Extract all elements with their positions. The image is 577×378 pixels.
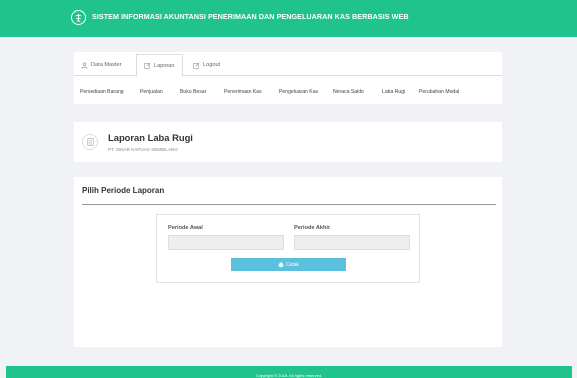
top-header: SISTEM INFORMASI AKUNTANSI PENERIMAAN DA… bbox=[0, 0, 577, 37]
company-name: PT. SINAR KAPUAS SEMBILANG bbox=[108, 147, 178, 152]
section-title: Pilih Periode Laporan bbox=[82, 186, 165, 195]
link-neraca-saldo[interactable]: Neraca Saldo bbox=[333, 89, 364, 95]
logo-icon bbox=[71, 10, 86, 25]
report-title-card: Laporan Laba Rugi PT. SINAR KAPUAS SEMBI… bbox=[74, 122, 502, 162]
tab-laporan[interactable]: Laporan bbox=[136, 54, 183, 77]
nav-tabs: Data Master Laporan Logout bbox=[74, 54, 502, 77]
edit-icon bbox=[193, 62, 200, 69]
copyright-text: Copyright © 2018. All rights reserved. bbox=[255, 373, 323, 378]
link-persediaan-barang[interactable]: Persediaan Barang bbox=[80, 89, 124, 95]
link-perubahan-modal[interactable]: Perubahan Modal bbox=[419, 89, 459, 95]
print-button[interactable]: Cetak bbox=[231, 258, 346, 271]
link-laba-rugi[interactable]: Laba Rugi bbox=[382, 89, 405, 95]
link-penjualan[interactable]: Penjualan bbox=[140, 89, 163, 95]
print-icon bbox=[278, 262, 284, 268]
tab-laporan-label: Laporan bbox=[154, 62, 175, 69]
print-button-label: Cetak bbox=[285, 261, 300, 268]
tab-logout-label: Logout bbox=[203, 62, 221, 68]
tab-data-master[interactable]: Data Master bbox=[74, 54, 128, 76]
user-icon bbox=[81, 62, 88, 69]
link-pengeluaran-kas[interactable]: Pengeluaran Kas bbox=[279, 89, 318, 95]
start-period-label: Periode Awal bbox=[168, 225, 203, 231]
tab-data-master-label: Data Master bbox=[91, 62, 122, 68]
link-penerimaan-kas[interactable]: Penerimaan Kas bbox=[224, 89, 262, 95]
page-title: Laporan Laba Rugi bbox=[108, 132, 193, 143]
nav-card: Data Master Laporan Logout Persediaan Ba… bbox=[74, 52, 502, 104]
section-divider bbox=[82, 204, 496, 205]
app-title: SISTEM INFORMASI AKUNTANSI PENERIMAAN DA… bbox=[92, 12, 409, 21]
start-period-input[interactable] bbox=[168, 235, 284, 250]
tab-logout[interactable]: Logout bbox=[186, 54, 227, 76]
end-period-label: Periode Akhir bbox=[294, 225, 331, 231]
document-icon bbox=[82, 134, 98, 150]
period-panel: Periode Awal Periode Akhir Cetak bbox=[156, 214, 420, 283]
end-period-input[interactable] bbox=[294, 235, 410, 250]
period-form-card: Pilih Periode Laporan Periode Awal Perio… bbox=[74, 177, 502, 347]
link-buku-besar[interactable]: Buku Besar bbox=[180, 89, 206, 95]
edit-icon bbox=[144, 62, 151, 69]
footer: Copyright © 2018. All rights reserved. bbox=[6, 366, 572, 378]
